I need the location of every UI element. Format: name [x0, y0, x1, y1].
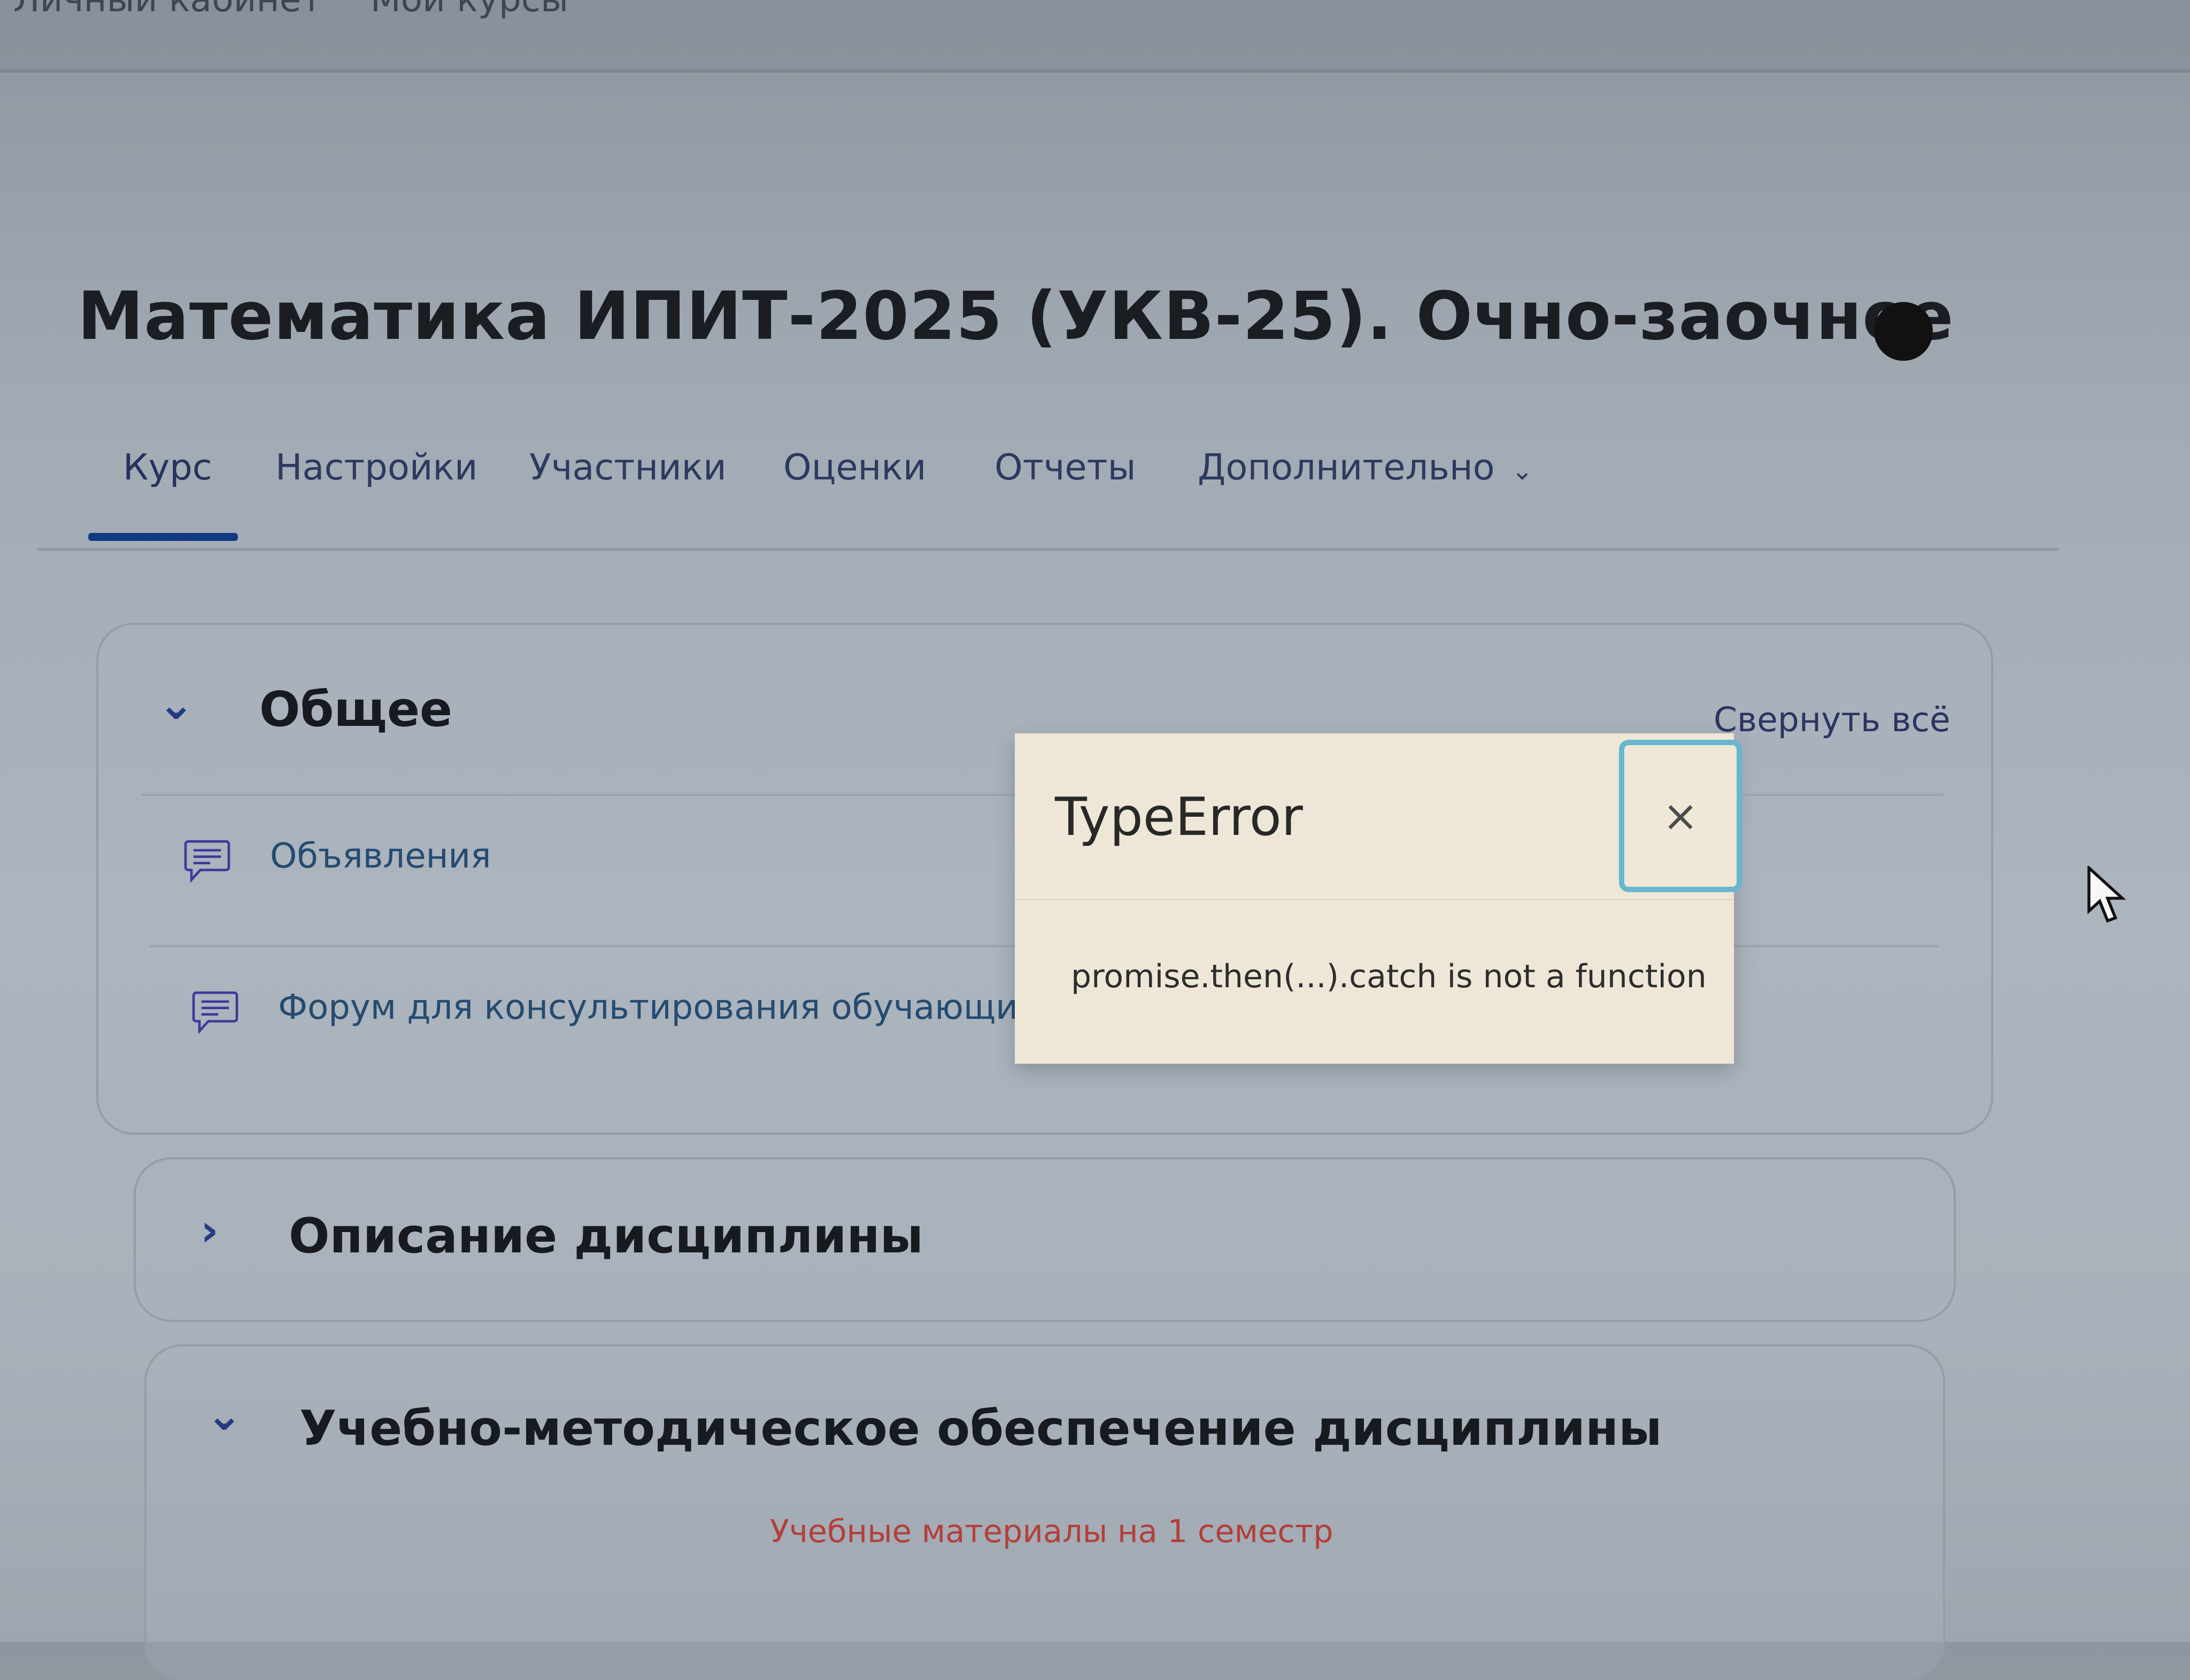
materials-semester-label: Учебные материалы на 1 семестр — [770, 1513, 1333, 1550]
top-nav-link-cabinet[interactable]: Личный кабинет — [13, 0, 322, 20]
dialog-message: promise.then(...).catch is not a functio… — [1071, 958, 1707, 995]
dialog-title: TypeError — [1055, 787, 1303, 848]
chevron-down-icon[interactable]: ⌄ — [206, 1390, 243, 1441]
section-support-card — [144, 1344, 1945, 1680]
chevron-right-icon[interactable]: › — [201, 1205, 219, 1256]
dialog-separator — [1015, 899, 1734, 900]
tab-reports[interactable]: Отчеты — [994, 446, 1136, 488]
close-icon: × — [1662, 791, 1699, 841]
chevron-down-icon[interactable]: ⌄ — [158, 679, 195, 730]
close-button[interactable]: × — [1619, 740, 1742, 892]
tab-participants[interactable]: Участники — [529, 446, 727, 488]
forum-item-label: Форум для консультирования обучающихся — [278, 988, 1078, 1027]
section-description-title[interactable]: Описание дисциплины — [289, 1208, 923, 1264]
info-icon[interactable] — [1874, 302, 1933, 361]
collapse-all-link[interactable]: Свернуть всё — [1714, 700, 1950, 739]
page-title: Математика ИПИТ-2025 (УКВ-25). Очно-заоч… — [78, 278, 1954, 355]
tab-grades[interactable]: Оценки — [783, 446, 926, 488]
chevron-down-icon: ⌄ — [1511, 456, 1533, 486]
active-tab-indicator — [88, 533, 238, 541]
forum-item-label: Объявления — [270, 837, 491, 876]
section-general-title[interactable]: Общее — [259, 682, 452, 738]
course-tabs: Курс Настройки Участники Оценки Отчеты Д… — [37, 441, 2058, 551]
mouse-pointer-icon — [2087, 866, 2126, 923]
section-support-title[interactable]: Учебно-методическое обеспечение дисципли… — [299, 1400, 1662, 1457]
error-dialog: TypeError × promise.then(...).catch is n… — [1015, 733, 1742, 1064]
tab-settings[interactable]: Настройки — [275, 446, 477, 488]
top-nav-link-my-courses[interactable]: Мои курсы — [371, 0, 568, 20]
tab-course[interactable]: Курс — [123, 446, 212, 488]
tab-more-label: Дополнительно — [1198, 446, 1495, 488]
forum-icon — [192, 991, 238, 1034]
top-navigation: Личный кабинет Мои курсы — [13, 0, 606, 20]
tab-more[interactable]: Дополнительно ⌄ — [1198, 446, 1533, 488]
forum-icon — [184, 840, 230, 883]
